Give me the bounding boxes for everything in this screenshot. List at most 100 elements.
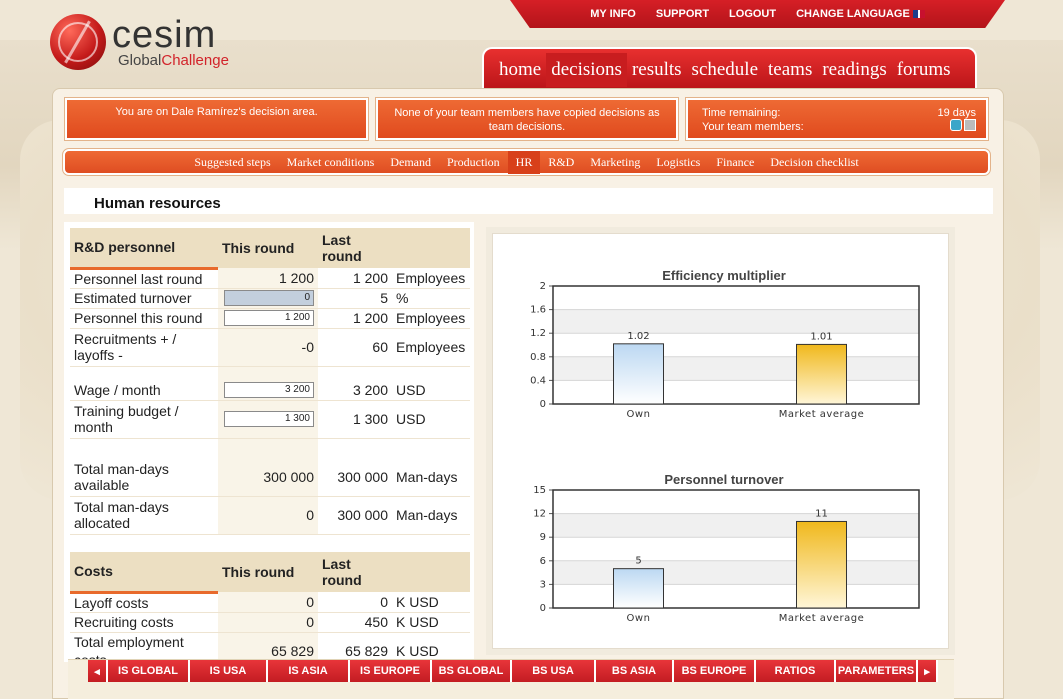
subnav-market-conditions[interactable]: Market conditions — [279, 151, 383, 174]
subnav-production[interactable]: Production — [439, 151, 508, 174]
personnel-this-round-input[interactable]: 1 200 — [224, 310, 314, 326]
row-unit: Employees — [392, 328, 470, 367]
row-label: Personnel last round — [70, 268, 218, 289]
table-row: Personnel this round 1 200 1 200 Employe… — [70, 308, 470, 329]
subnav-demand[interactable]: Demand — [382, 151, 439, 174]
row-unit: Employees — [392, 308, 470, 329]
row-unit: Man-days — [392, 458, 470, 497]
rd-personnel-table: R&D personnel This round Last round Pers… — [70, 228, 470, 535]
row-last: 1 200 — [318, 268, 392, 289]
tab-is-usa[interactable]: IS USA — [190, 660, 268, 682]
logo-sub-challenge: Challenge — [161, 52, 229, 69]
row-last: 1 300 — [318, 400, 392, 439]
subnav-marketing[interactable]: Marketing — [582, 151, 648, 174]
table-row: Training budget / month 1 300 1 300 USD — [70, 400, 470, 439]
hr-decision-panel: R&D personnel This round Last round Pers… — [64, 222, 474, 670]
data-label: 11 — [815, 508, 828, 519]
row-unit: USD — [392, 380, 470, 401]
y-tick-label: 9 — [540, 532, 546, 543]
subnav-decision-checklist[interactable]: Decision checklist — [762, 151, 866, 174]
plot-frame — [552, 489, 920, 609]
team-member-icon[interactable] — [950, 119, 962, 131]
subnav-hr[interactable]: HR — [507, 150, 541, 174]
tab-parameters[interactable]: PARAMETERS — [836, 660, 918, 682]
subnav-finance[interactable]: Finance — [708, 151, 762, 174]
time-remaining-box: Time remaining: 19 days Your team members… — [685, 97, 989, 141]
table-row: Recruitments + / layoffs - -0 60 Employe… — [70, 328, 470, 367]
x-tick-label: Own — [627, 613, 651, 624]
nav-forums[interactable]: forums — [892, 53, 956, 87]
support-link[interactable]: SUPPORT — [656, 8, 709, 20]
change-language-label: CHANGE LANGUAGE — [796, 8, 910, 20]
team-member-icon[interactable] — [964, 119, 976, 131]
top-utility-bar: MY INFO SUPPORT LOGOUT CHANGE LANGUAGE — [510, 0, 1005, 28]
row-label: Wage / month — [70, 380, 218, 401]
cesim-logo[interactable]: cesim GlobalChallenge — [50, 12, 250, 72]
row-label: Training budget / month — [70, 400, 218, 439]
report-tabs: ◂ IS GLOBAL IS USA IS ASIA IS EUROPE BS … — [88, 660, 938, 682]
row-label: Total man-days allocated — [70, 496, 218, 535]
nav-readings[interactable]: readings — [817, 53, 891, 87]
y-tick-label: 0 — [540, 399, 546, 410]
row-this: 0 — [218, 612, 318, 633]
row-unit: USD — [392, 400, 470, 439]
y-tick-label: 0 — [540, 603, 546, 614]
wage-input[interactable]: 3 200 — [224, 381, 314, 398]
tab-bs-asia[interactable]: BS ASIA — [596, 660, 674, 682]
table-row: Personnel last round 1 200 1 200 Employe… — [70, 268, 470, 289]
team-members-label: Your team members: — [702, 121, 804, 133]
bar-market-average — [796, 343, 847, 405]
plot-frame — [552, 285, 920, 405]
header-this-round: This round — [218, 552, 318, 592]
row-label: Total man-days available — [70, 458, 218, 497]
row-last: 5 — [318, 288, 392, 309]
grid-band — [553, 309, 919, 334]
subnav-suggested-steps[interactable]: Suggested steps — [186, 151, 278, 174]
nav-schedule[interactable]: schedule — [687, 53, 763, 87]
time-remaining-value: 19 days — [937, 107, 976, 119]
tab-is-asia[interactable]: IS ASIA — [268, 660, 350, 682]
bar-own — [613, 568, 664, 609]
scroll-left-arrow-icon[interactable]: ◂ — [88, 660, 108, 682]
nav-teams[interactable]: teams — [763, 53, 817, 87]
x-tick-label: Market average — [779, 613, 865, 624]
tab-is-global[interactable]: IS GLOBAL — [108, 660, 190, 682]
my-info-link[interactable]: MY INFO — [590, 8, 636, 20]
row-unit: K USD — [392, 592, 470, 613]
data-label: 1.02 — [627, 331, 649, 342]
data-label: 5 — [635, 556, 641, 567]
row-this: 0 — [218, 592, 318, 613]
logo-sub-global: Global — [118, 52, 162, 69]
row-last: 300 000 — [318, 496, 392, 535]
logout-link[interactable]: LOGOUT — [729, 8, 776, 20]
subnav-rnd[interactable]: R&D — [540, 151, 582, 174]
nav-decisions[interactable]: decisions — [546, 52, 627, 87]
tab-ratios[interactable]: RATIOS — [756, 660, 836, 682]
header-label: Costs — [70, 552, 218, 594]
chart-panel: Efficiency multiplier 0 0.4 0.8 1.2 1.6 2 1.02 O… — [492, 233, 949, 649]
row-last: 450 — [318, 612, 392, 633]
scroll-right-arrow-icon[interactable]: ▸ — [918, 660, 938, 682]
row-unit: Man-days — [392, 496, 470, 535]
logo-subtitle: GlobalChallenge — [118, 52, 229, 69]
y-tick-label: 0.4 — [530, 375, 546, 386]
y-tick-label: 6 — [540, 556, 546, 567]
change-language-link[interactable]: CHANGE LANGUAGE — [796, 8, 925, 20]
tab-is-europe[interactable]: IS EUROPE — [350, 660, 432, 682]
tab-bs-europe[interactable]: BS EUROPE — [674, 660, 756, 682]
tab-bs-usa[interactable]: BS USA — [512, 660, 596, 682]
subnav-logistics[interactable]: Logistics — [648, 151, 708, 174]
tab-bs-global[interactable]: BS GLOBAL — [432, 660, 512, 682]
y-tick-label: 1.6 — [530, 305, 546, 316]
estimated-turnover-input[interactable]: 0 — [224, 290, 314, 306]
row-label: Estimated turnover — [70, 288, 218, 309]
row-unit: Employees — [392, 268, 470, 289]
table-row: Wage / month 3 200 3 200 USD — [70, 380, 470, 401]
nav-results[interactable]: results — [627, 53, 687, 87]
row-label: Recruiting costs — [70, 612, 218, 633]
grid-band — [553, 513, 919, 538]
table-row: Recruiting costs 0 450 K USD — [70, 612, 470, 633]
x-tick-label: Own — [627, 409, 651, 420]
training-budget-input[interactable]: 1 300 — [224, 411, 314, 427]
nav-home[interactable]: home — [494, 53, 546, 87]
